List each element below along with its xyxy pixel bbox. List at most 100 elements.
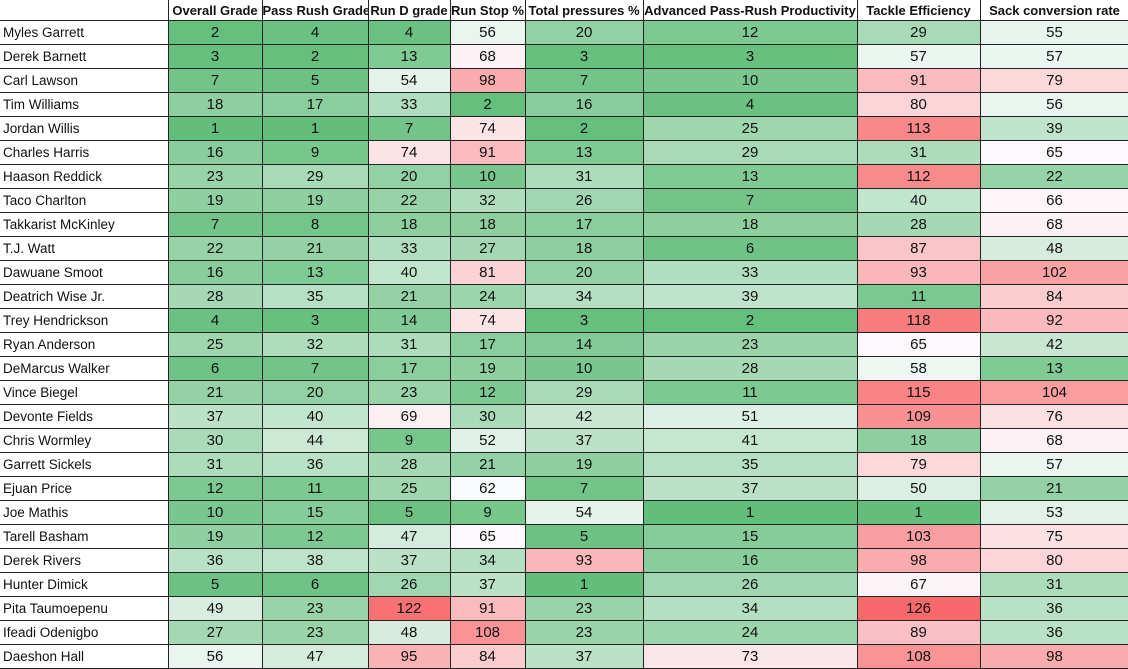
value-cell[interactable]: 68 [979,212,1128,237]
value-cell[interactable]: 10 [167,500,263,525]
value-cell[interactable]: 24 [449,284,526,309]
value-cell[interactable]: 26 [524,188,644,213]
value-cell[interactable]: 42 [524,404,644,429]
column-header[interactable]: Total pressures % [524,0,644,21]
value-cell[interactable]: 33 [367,92,451,117]
value-cell[interactable]: 20 [524,260,644,285]
value-cell[interactable]: 6 [261,572,369,597]
value-cell[interactable]: 25 [367,476,451,501]
player-name-cell[interactable]: Jordan Willis [0,116,169,141]
value-cell[interactable]: 12 [449,380,526,405]
value-cell[interactable]: 21 [449,452,526,477]
value-cell[interactable]: 36 [979,620,1128,645]
value-cell[interactable]: 12 [261,524,369,549]
value-cell[interactable]: 3 [167,44,263,69]
value-cell[interactable]: 31 [524,164,644,189]
value-cell[interactable]: 75 [979,524,1128,549]
value-cell[interactable]: 7 [167,68,263,93]
value-cell[interactable]: 37 [367,548,451,573]
player-name-cell[interactable]: Trey Hendrickson [0,308,169,333]
value-cell[interactable]: 21 [979,476,1128,501]
column-header[interactable]: Tackle Efficiency [856,0,981,21]
value-cell[interactable]: 21 [167,380,263,405]
value-cell[interactable]: 65 [979,140,1128,165]
value-cell[interactable]: 13 [524,140,644,165]
value-cell[interactable]: 50 [856,476,981,501]
value-cell[interactable]: 40 [367,260,451,285]
value-cell[interactable]: 7 [524,68,644,93]
value-cell[interactable]: 16 [167,260,263,285]
value-cell[interactable]: 74 [449,308,526,333]
value-cell[interactable]: 113 [856,116,981,141]
value-cell[interactable]: 8 [261,212,369,237]
value-cell[interactable]: 28 [642,356,858,381]
value-cell[interactable]: 19 [167,188,263,213]
value-cell[interactable]: 4 [167,308,263,333]
value-cell[interactable]: 108 [856,644,981,669]
column-header[interactable]: Pass Rush Grade [261,0,369,21]
value-cell[interactable]: 11 [642,380,858,405]
value-cell[interactable]: 4 [261,20,369,45]
value-cell[interactable]: 19 [167,524,263,549]
value-cell[interactable]: 20 [261,380,369,405]
player-name-cell[interactable]: Tarell Basham [0,524,169,549]
value-cell[interactable]: 11 [261,476,369,501]
value-cell[interactable]: 18 [367,212,451,237]
value-cell[interactable]: 98 [449,68,526,93]
value-cell[interactable]: 17 [524,212,644,237]
value-cell[interactable]: 25 [167,332,263,357]
value-cell[interactable]: 15 [642,524,858,549]
value-cell[interactable]: 19 [524,452,644,477]
value-cell[interactable]: 33 [367,236,451,261]
value-cell[interactable]: 18 [167,92,263,117]
value-cell[interactable]: 29 [856,20,981,45]
value-cell[interactable]: 13 [642,164,858,189]
column-header[interactable]: Advanced Pass-Rush Productivity [642,0,858,21]
value-cell[interactable]: 14 [367,308,451,333]
player-name-cell[interactable]: DeMarcus Walker [0,356,169,381]
value-cell[interactable]: 16 [524,92,644,117]
value-cell[interactable]: 23 [261,620,369,645]
value-cell[interactable]: 35 [642,452,858,477]
value-cell[interactable]: 56 [979,92,1128,117]
value-cell[interactable]: 20 [367,164,451,189]
value-cell[interactable]: 74 [449,116,526,141]
value-cell[interactable]: 28 [367,452,451,477]
value-cell[interactable]: 126 [856,596,981,621]
player-name-cell[interactable]: Takkarist McKinley [0,212,169,237]
value-cell[interactable]: 31 [856,140,981,165]
value-cell[interactable]: 91 [856,68,981,93]
value-cell[interactable]: 49 [167,596,263,621]
value-cell[interactable]: 56 [449,20,526,45]
value-cell[interactable]: 112 [856,164,981,189]
value-cell[interactable]: 12 [167,476,263,501]
value-cell[interactable]: 108 [449,620,526,645]
value-cell[interactable]: 79 [979,68,1128,93]
value-cell[interactable]: 5 [524,524,644,549]
value-cell[interactable]: 17 [449,332,526,357]
player-name-cell[interactable]: Myles Garrett [0,20,169,45]
value-cell[interactable]: 54 [367,68,451,93]
value-cell[interactable]: 37 [167,404,263,429]
value-cell[interactable]: 76 [979,404,1128,429]
value-cell[interactable]: 57 [979,452,1128,477]
value-cell[interactable]: 28 [167,284,263,309]
player-name-cell[interactable]: Ejuan Price [0,476,169,501]
value-cell[interactable]: 23 [167,164,263,189]
player-name-cell[interactable]: Tim Williams [0,92,169,117]
value-cell[interactable]: 33 [642,260,858,285]
player-name-cell[interactable]: Charles Harris [0,140,169,165]
value-cell[interactable]: 37 [642,476,858,501]
value-cell[interactable]: 29 [642,140,858,165]
value-cell[interactable]: 5 [167,572,263,597]
column-header[interactable]: Run D grade [367,0,451,21]
value-cell[interactable]: 1 [642,500,858,525]
value-cell[interactable]: 23 [367,380,451,405]
column-header[interactable]: Sack conversion rate [979,0,1128,21]
value-cell[interactable]: 10 [524,356,644,381]
value-cell[interactable]: 3 [261,308,369,333]
value-cell[interactable]: 84 [979,284,1128,309]
value-cell[interactable]: 25 [642,116,858,141]
value-cell[interactable]: 3 [524,308,644,333]
value-cell[interactable]: 26 [642,572,858,597]
